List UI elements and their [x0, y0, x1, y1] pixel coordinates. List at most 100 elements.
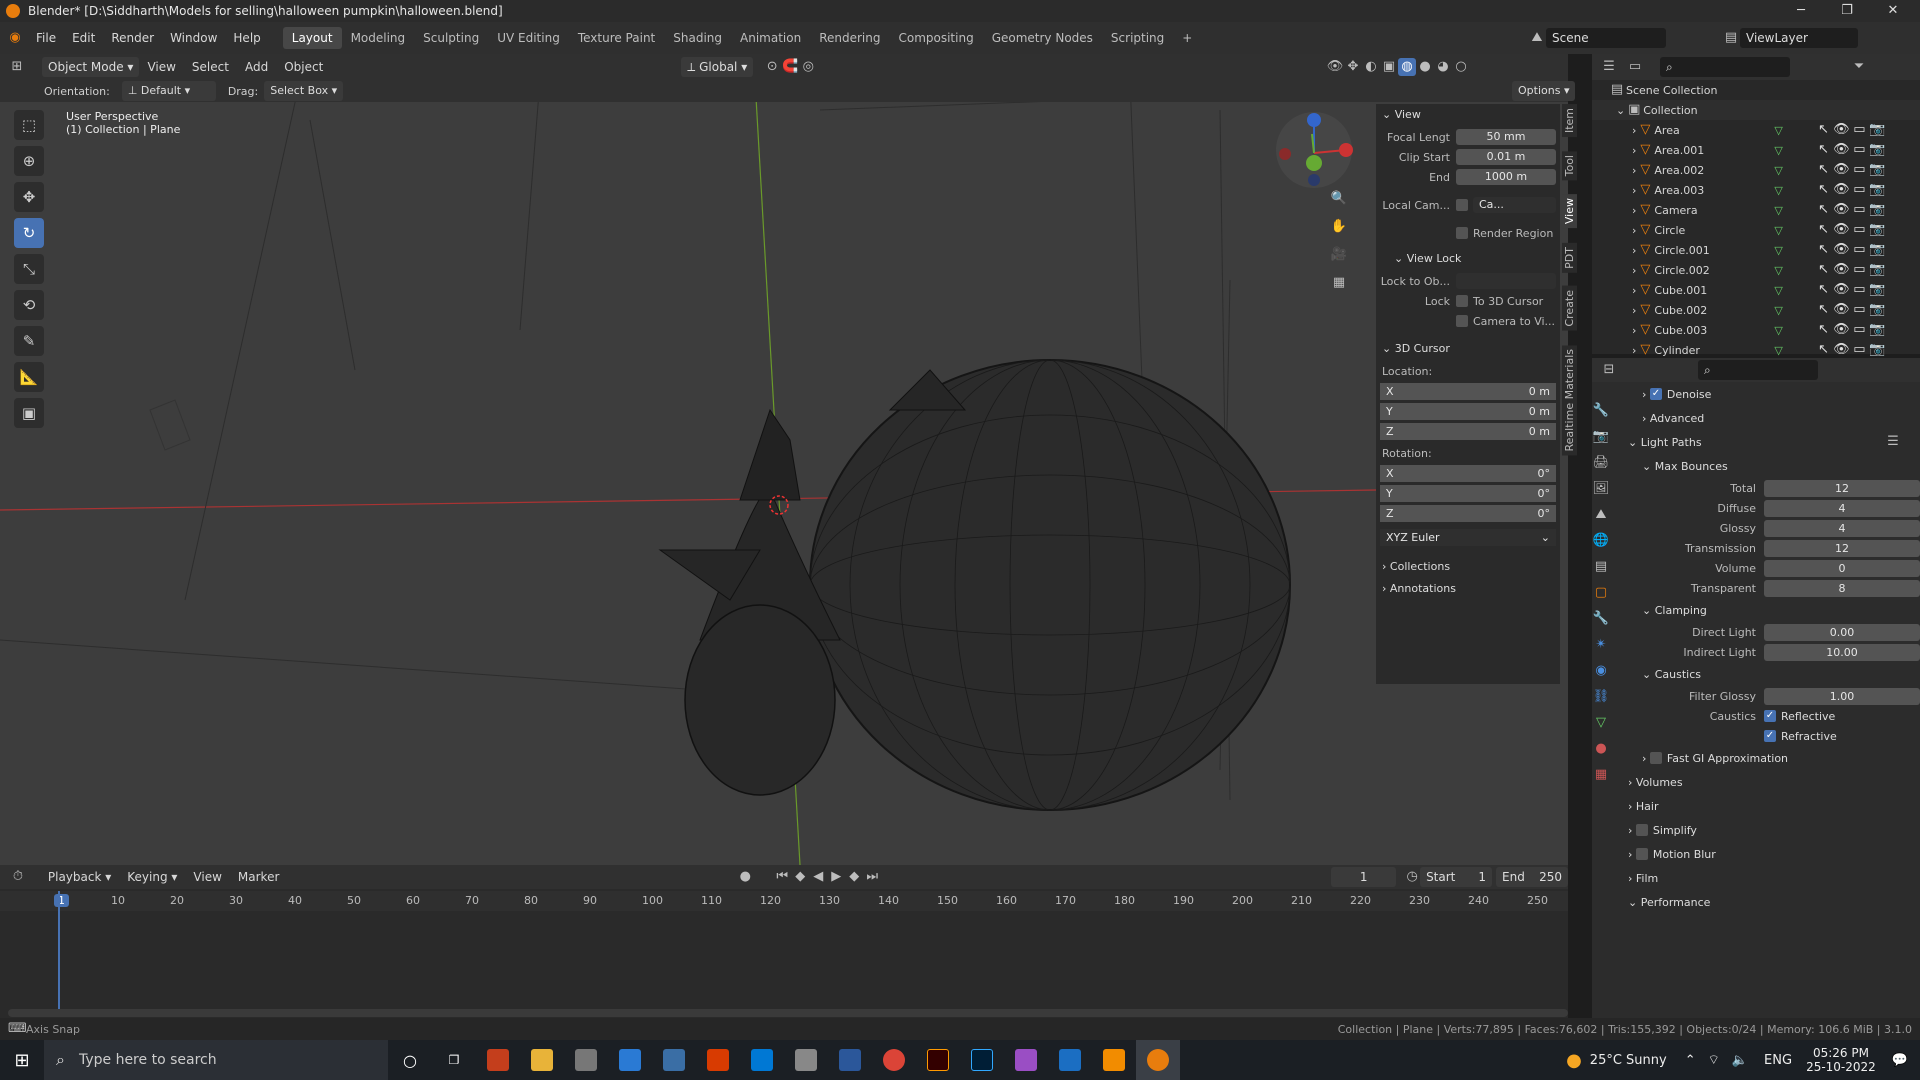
refractive-checkbox[interactable]: ✓: [1764, 730, 1776, 742]
xray-icon[interactable]: ▣: [1380, 58, 1398, 76]
physics-props-icon[interactable]: ◉: [1592, 662, 1610, 680]
3d-cursor-section-header[interactable]: ⌄ 3D Cursor: [1376, 338, 1560, 360]
select-toggle-icon[interactable]: ↖: [1814, 221, 1832, 239]
jump-start-icon[interactable]: ⏮: [773, 868, 791, 886]
menu-view[interactable]: View: [139, 60, 183, 74]
render-toggle-icon[interactable]: 📷: [1868, 221, 1886, 239]
scene-collection-row[interactable]: ▤ Scene Collection: [1592, 80, 1920, 100]
wireframe-shading-icon[interactable]: ◍: [1398, 58, 1416, 76]
tab-compositing[interactable]: Compositing: [889, 27, 982, 49]
bounce-field[interactable]: 12: [1764, 479, 1920, 497]
motion-blur-section[interactable]: › Motion Blur: [1628, 842, 1920, 866]
close-button[interactable]: ✕: [1870, 0, 1916, 22]
windows-start-icon[interactable]: ⊞: [0, 1040, 44, 1080]
view-section-header[interactable]: ⌄ View: [1376, 104, 1560, 126]
annotate-tool-icon[interactable]: ✎: [14, 326, 44, 356]
render-region-checkbox[interactable]: [1456, 227, 1468, 239]
playback-menu[interactable]: Playback ▾: [40, 870, 119, 884]
tab-tool[interactable]: Tool: [1562, 151, 1577, 181]
object-props-icon[interactable]: ▢: [1592, 584, 1610, 602]
outliner-row[interactable]: › ▽ Area.002 ▽ ↖ 👁 ▭ 📷: [1592, 160, 1920, 180]
pan-hand-icon[interactable]: ✋: [1330, 218, 1348, 236]
viewport-toggle-icon[interactable]: ▭: [1850, 141, 1868, 159]
transform-tool-icon[interactable]: ⟲: [14, 290, 44, 320]
end-frame-field[interactable]: End 250: [1496, 867, 1568, 887]
bounce-field[interactable]: 4: [1764, 519, 1920, 537]
location-field[interactable]: Y 0 m: [1380, 402, 1556, 420]
jump-end-icon[interactable]: ⏭: [863, 868, 881, 886]
viewport-toggle-icon[interactable]: ▭: [1850, 121, 1868, 139]
rotation-field[interactable]: X 0°: [1380, 464, 1556, 482]
visibility-icon[interactable]: 👁: [1326, 58, 1344, 76]
menu-object[interactable]: Object: [276, 60, 331, 74]
record-keyframe-icon[interactable]: ●: [737, 868, 753, 886]
navigation-gizmo[interactable]: [1276, 112, 1353, 188]
proportional-edit-icon[interactable]: ◎: [799, 58, 817, 76]
select-toggle-icon[interactable]: ↖: [1814, 161, 1832, 179]
menu-render[interactable]: Render: [103, 31, 162, 45]
viewlayer-selector[interactable]: ViewLayer: [1740, 28, 1858, 48]
viewport-toggle-icon[interactable]: ▭: [1850, 181, 1868, 199]
material-shading-icon[interactable]: ◕: [1434, 58, 1452, 76]
store-icon[interactable]: [652, 1040, 696, 1080]
menu-select[interactable]: Select: [184, 60, 237, 74]
render-toggle-icon[interactable]: 📷: [1868, 181, 1886, 199]
start-frame-field[interactable]: Start 1: [1420, 867, 1493, 887]
taskbar-search-box[interactable]: ⌕ Type here to search: [44, 1040, 388, 1080]
select-toggle-icon[interactable]: ↖: [1814, 281, 1832, 299]
witch-figure-mesh[interactable]: [658, 408, 841, 796]
add-workspace-button[interactable]: +: [1173, 27, 1201, 49]
keying-menu[interactable]: Keying ▾: [119, 870, 185, 884]
camera-view-icon[interactable]: 🎥: [1330, 246, 1348, 264]
direct-light-field[interactable]: 0.00: [1764, 623, 1920, 641]
rotation-field[interactable]: Y 0°: [1380, 484, 1556, 502]
move-tool-icon[interactable]: ✥: [14, 182, 44, 212]
lock-to-cursor-checkbox[interactable]: [1456, 295, 1468, 307]
viewport-toggle-icon[interactable]: ▭: [1850, 341, 1868, 359]
volume-icon[interactable]: 🔈: [1732, 1053, 1748, 1068]
drag-dropdown[interactable]: Select Box ▾: [264, 81, 344, 101]
viewport-toggle-icon[interactable]: ▭: [1850, 161, 1868, 179]
zoom-icon[interactable]: 🔍: [1330, 190, 1348, 208]
bounce-field[interactable]: 8: [1764, 579, 1920, 597]
task-view-icon[interactable]: ❐: [432, 1040, 476, 1080]
filter-glossy-field[interactable]: 1.00: [1764, 687, 1920, 705]
visibility-eye-icon[interactable]: 👁: [1832, 281, 1850, 299]
view-layer-props-icon[interactable]: 🖼: [1592, 480, 1610, 498]
visibility-eye-icon[interactable]: 👁: [1832, 261, 1850, 279]
filter-icon[interactable]: ⏷: [1850, 58, 1868, 76]
solid-shading-icon[interactable]: ●: [1416, 58, 1434, 76]
select-toggle-icon[interactable]: ↖: [1814, 241, 1832, 259]
local-camera-field[interactable]: Ca...: [1473, 197, 1556, 213]
data-props-icon[interactable]: ▽: [1592, 714, 1610, 732]
menu-file[interactable]: File: [28, 31, 64, 45]
visibility-eye-icon[interactable]: 👁: [1832, 221, 1850, 239]
playhead[interactable]: [58, 891, 60, 1009]
outliner-row[interactable]: › ▽ Cube.001 ▽ ↖ 👁 ▭ 📷: [1592, 280, 1920, 300]
focal-length-field[interactable]: 50 mm: [1456, 129, 1556, 145]
notification-icon[interactable]: 💬: [1892, 1053, 1908, 1068]
outliner-row[interactable]: › ▽ Cube.002 ▽ ↖ 👁 ▭ 📷: [1592, 300, 1920, 320]
prev-keyframe-icon[interactable]: ◆: [791, 868, 809, 886]
simplify-section[interactable]: › Simplify: [1628, 818, 1920, 842]
app-icon[interactable]: [564, 1040, 608, 1080]
performance-section[interactable]: ⌄ Performance: [1628, 890, 1920, 914]
rotation-mode-dropdown[interactable]: XYZ Euler ⌄: [1380, 528, 1556, 546]
camera-to-view-checkbox[interactable]: [1456, 315, 1468, 327]
outliner-row[interactable]: › ▽ Area.003 ▽ ↖ 👁 ▭ 📷: [1592, 180, 1920, 200]
tab-layout[interactable]: Layout: [282, 27, 342, 49]
rotate-tool-icon[interactable]: ↻: [14, 218, 44, 248]
tab-modeling[interactable]: Modeling: [342, 27, 415, 49]
bounce-field[interactable]: 0: [1764, 559, 1920, 577]
tab-view[interactable]: View: [1562, 194, 1577, 229]
mail-icon[interactable]: [740, 1040, 784, 1080]
film-section[interactable]: › Film: [1628, 866, 1920, 890]
marker-menu[interactable]: Marker: [230, 870, 287, 884]
outliner-row[interactable]: › ▽ Circle.001 ▽ ↖ 👁 ▭ 📷: [1592, 240, 1920, 260]
tab-shading[interactable]: Shading: [664, 27, 731, 49]
outliner-row[interactable]: › ▽ Cube.003 ▽ ↖ 👁 ▭ 📷: [1592, 320, 1920, 340]
scene-props-icon[interactable]: ⛰: [1592, 506, 1610, 524]
particles-props-icon[interactable]: ✴: [1592, 636, 1610, 654]
render-props-icon[interactable]: 📷: [1592, 428, 1610, 446]
mode-dropdown[interactable]: Object Mode ▾: [42, 57, 140, 77]
